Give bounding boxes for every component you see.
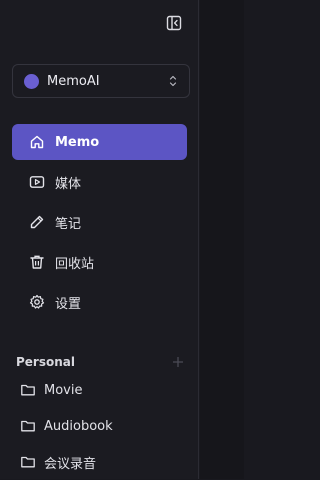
chevron-up-down-icon <box>168 74 178 88</box>
nav-item-label: 笔记 <box>55 216 82 232</box>
nav-item-media[interactable]: 媒体 <box>12 164 187 200</box>
workspace-avatar <box>24 73 39 89</box>
sidebar: MemoAI Memo 媒体 笔记 回收站 设置 Personal Movie … <box>0 0 199 479</box>
nav-item-label: Memo <box>55 134 100 150</box>
nav-item-settings[interactable]: 设置 <box>12 284 187 320</box>
pencil-icon <box>28 213 46 231</box>
folder-item-audiobook[interactable]: Audiobook <box>12 408 188 444</box>
nav-item-trash[interactable]: 回收站 <box>12 244 187 280</box>
folder-item-movie[interactable]: Movie <box>12 372 188 408</box>
trash-icon <box>28 253 46 271</box>
folder-list: Movie Audiobook 会议录音 <box>12 372 188 480</box>
nav-item-notes[interactable]: 笔记 <box>12 204 187 240</box>
sidebar-toggle-icon <box>166 15 182 31</box>
folder-label: Movie <box>44 382 83 398</box>
section-title: Personal <box>16 355 75 369</box>
folder-icon <box>20 454 36 470</box>
play-icon <box>28 173 46 191</box>
personal-section-header: Personal <box>16 352 184 372</box>
nav-item-label: 回收站 <box>55 256 95 272</box>
nav-item-memo[interactable]: Memo <box>12 124 187 160</box>
folder-icon <box>20 418 36 434</box>
gear-icon <box>28 293 46 311</box>
plus-icon[interactable] <box>172 356 184 368</box>
folder-item-meeting-recordings[interactable]: 会议录音 <box>12 444 188 480</box>
nav-item-label: 媒体 <box>55 176 82 192</box>
home-icon <box>28 133 46 151</box>
sidebar-collapse-button[interactable] <box>166 15 182 31</box>
workspace-switcher[interactable]: MemoAI <box>12 64 190 98</box>
nav-item-label: 设置 <box>55 296 82 312</box>
folder-label: 会议录音 <box>44 456 97 472</box>
main-nav: Memo 媒体 笔记 回收站 设置 <box>12 124 187 324</box>
folder-label: Audiobook <box>44 418 113 434</box>
content-pane <box>200 0 244 479</box>
folder-icon <box>20 382 36 398</box>
workspace-name: MemoAI <box>47 73 100 89</box>
